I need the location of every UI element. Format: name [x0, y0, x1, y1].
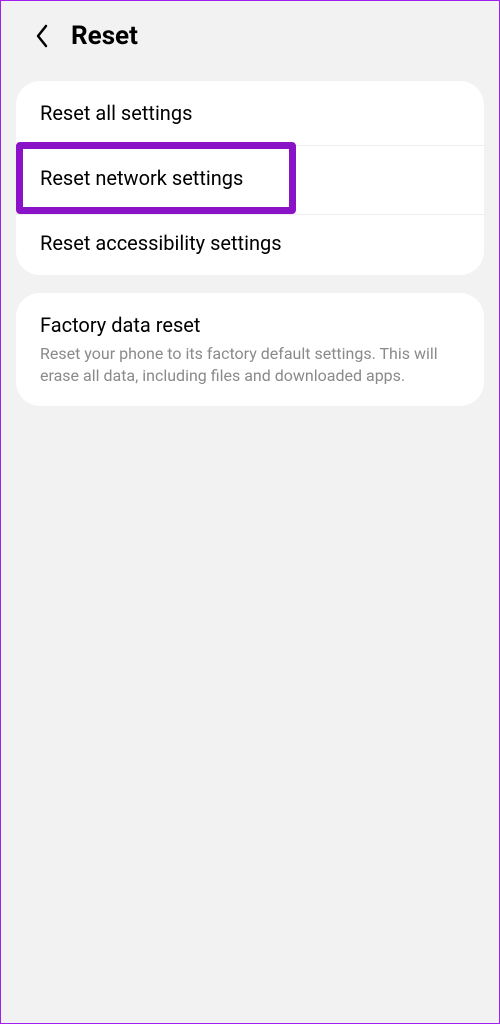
page-title: Reset [71, 21, 138, 51]
list-item-reset-accessibility[interactable]: Reset accessibility settings [16, 211, 484, 275]
list-item-factory-reset[interactable]: Factory data reset Reset your phone to i… [16, 293, 484, 406]
factory-reset-card: Factory data reset Reset your phone to i… [16, 293, 484, 406]
list-item-reset-all[interactable]: Reset all settings [16, 81, 484, 146]
item-label: Reset network settings [40, 166, 460, 190]
item-description: Reset your phone to its factory default … [40, 343, 460, 386]
header: Reset [1, 1, 499, 81]
back-icon[interactable] [31, 25, 53, 47]
item-label: Reset all settings [40, 101, 460, 125]
reset-options-card: Reset all settings Reset network setting… [16, 81, 484, 275]
item-label: Reset accessibility settings [40, 231, 460, 255]
list-item-reset-network[interactable]: Reset network settings [16, 142, 484, 215]
item-title: Factory data reset [40, 313, 460, 337]
